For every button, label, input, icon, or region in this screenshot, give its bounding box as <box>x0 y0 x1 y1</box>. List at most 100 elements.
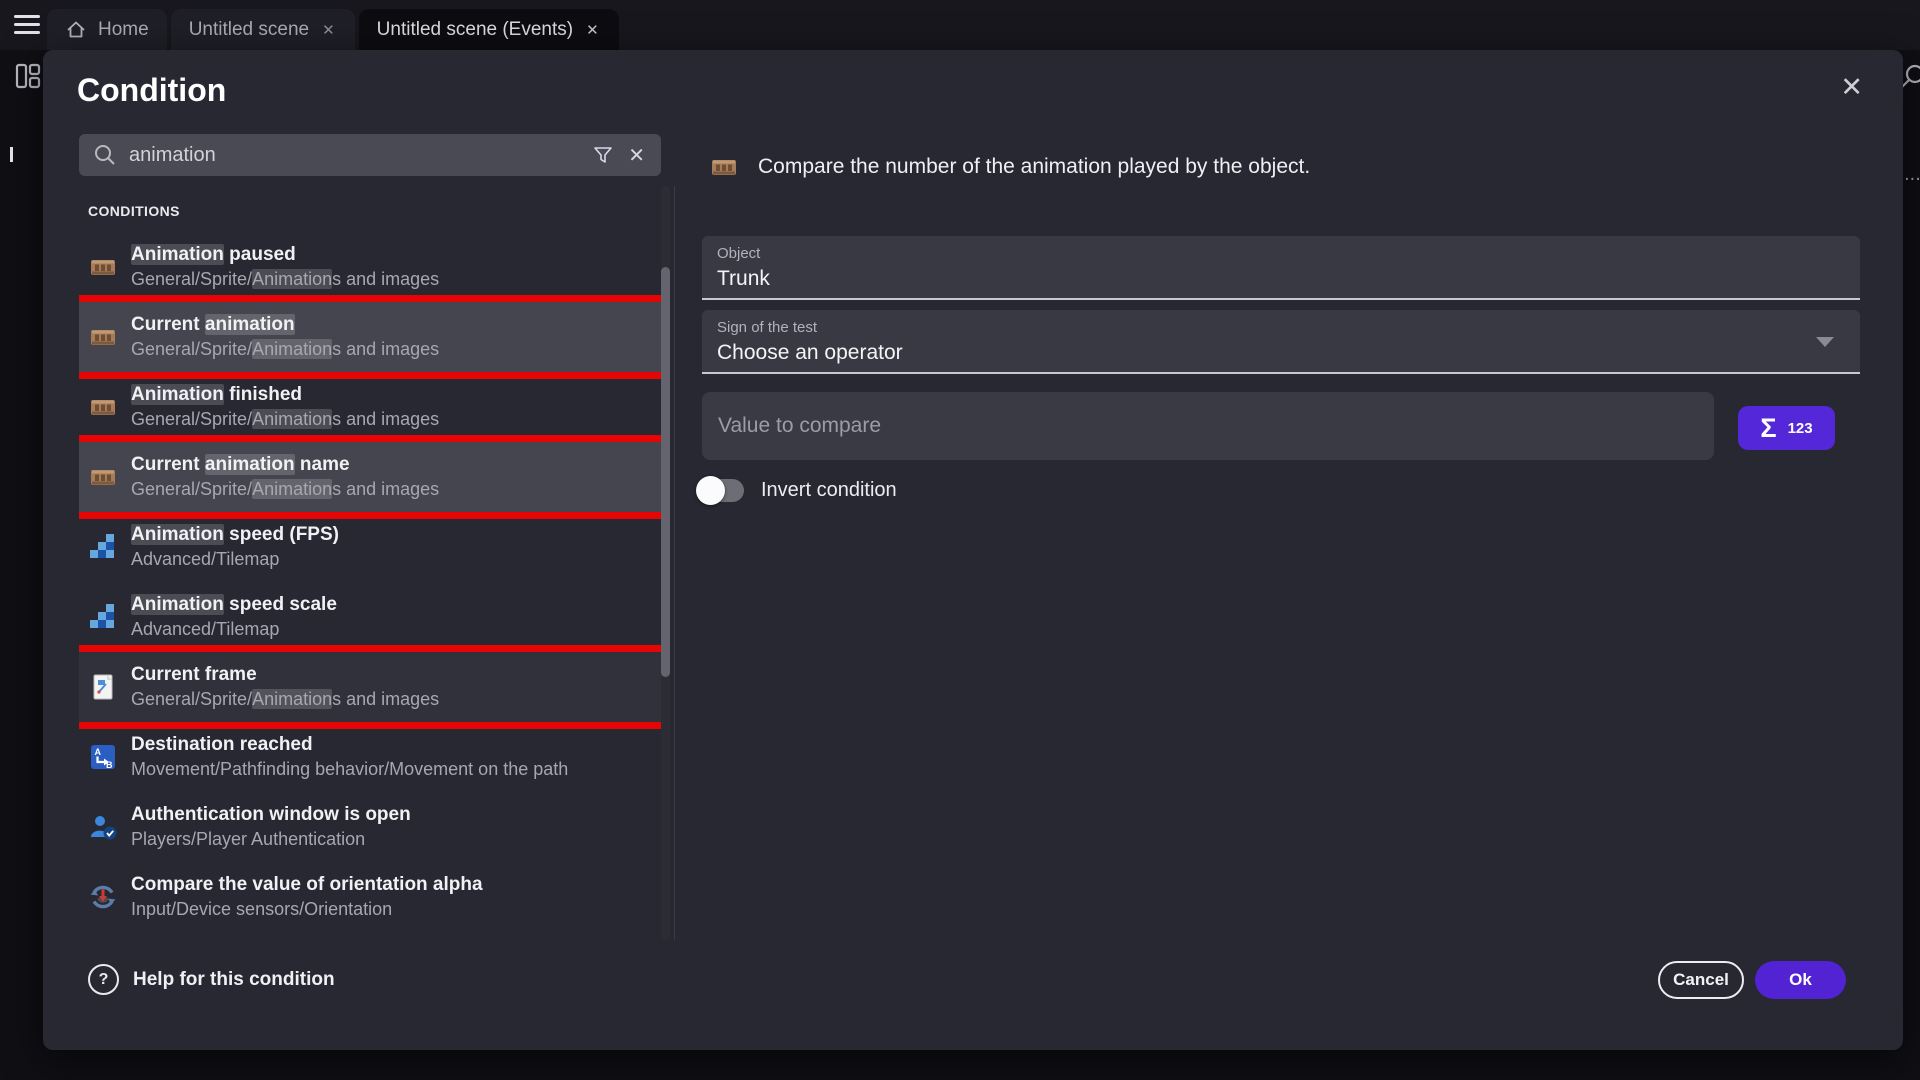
cancel-button[interactable]: Cancel <box>1658 961 1744 999</box>
item-subtitle: General/Sprite/Animations and images <box>131 267 439 291</box>
tab-close-icon[interactable]: ✕ <box>320 21 337 39</box>
item-title: Current frame <box>131 663 439 687</box>
conditions-list: Animation pausedGeneral/Sprite/Animation… <box>79 232 663 940</box>
item-title: Compare the value of orientation alpha <box>131 873 483 897</box>
search-bar[interactable]: animation ✕ <box>79 134 661 176</box>
tab-close-icon[interactable]: ✕ <box>584 21 601 39</box>
item-subtitle: General/Sprite/Animations and images <box>131 337 439 361</box>
field-value: Trunk <box>717 267 1860 291</box>
film-icon <box>88 322 118 352</box>
list-item[interactable]: AB Destination reachedMovement/Pathfindin… <box>79 722 663 792</box>
sigma-icon: Σ <box>1760 415 1776 442</box>
input-placeholder: Value to compare <box>718 414 881 438</box>
search-icon <box>93 143 117 167</box>
tab-home[interactable]: Home <box>47 9 167 50</box>
tab-untitled-scene-events[interactable]: Untitled scene (Events) ✕ <box>359 9 619 50</box>
field-label: Sign of the test <box>717 319 1860 336</box>
ok-button[interactable]: Ok <box>1755 961 1846 999</box>
layout-panels-icon[interactable] <box>15 62 41 95</box>
list-item[interactable]: Compare the value of orientation alphaIn… <box>79 862 663 932</box>
tab-bar: Home Untitled scene ✕ Untitled scene (Ev… <box>47 9 619 50</box>
item-text: Animation finishedGeneral/Sprite/Animati… <box>131 383 439 431</box>
item-title: Animation speed scale <box>131 593 337 617</box>
help-icon: ? <box>88 964 119 995</box>
item-subtitle: General/Sprite/Animations and images <box>131 477 439 501</box>
scrollbar-thumb[interactable] <box>661 267 670 677</box>
pathfinding-icon: AB <box>88 742 118 772</box>
dialog-title: Condition <box>77 72 226 109</box>
item-title: Current animation <box>131 313 439 337</box>
chevron-down-icon[interactable] <box>1816 337 1834 347</box>
clear-search-icon[interactable]: ✕ <box>628 143 645 168</box>
value-to-compare-input[interactable]: Value to compare <box>702 392 1714 460</box>
item-text: Animation speed scaleAdvanced/Tilemap <box>131 593 337 641</box>
player-auth-icon <box>88 812 118 842</box>
item-subtitle: General/Sprite/Animations and images <box>131 687 439 711</box>
item-subtitle: Players/Player Authentication <box>131 827 411 851</box>
list-item[interactable]: Current frameGeneral/Sprite/Animations a… <box>79 652 663 722</box>
expression-editor-button[interactable]: Σ 123 <box>1738 406 1835 450</box>
section-header: CONDITIONS <box>88 203 180 219</box>
item-title: Current animation name <box>131 453 439 477</box>
help-label: Help for this condition <box>133 969 335 991</box>
editor-topbar: Home Untitled scene ✕ Untitled scene (Ev… <box>0 0 1920 50</box>
item-text: Authentication window is openPlayers/Pla… <box>131 803 411 851</box>
menu-icon[interactable] <box>14 15 40 35</box>
svg-text:A: A <box>95 747 102 757</box>
background-fragment <box>10 147 13 162</box>
tilemap-icon <box>88 602 118 632</box>
scrollbar-track[interactable] <box>661 186 670 940</box>
condition-description-row: Compare the number of the animation play… <box>709 152 1310 182</box>
list-item[interactable]: Current animation nameGeneral/Sprite/Ani… <box>79 442 663 512</box>
app-window: Home Untitled scene ✕ Untitled scene (Ev… <box>0 0 1920 1080</box>
item-text: Current animation nameGeneral/Sprite/Ani… <box>131 453 439 501</box>
help-link[interactable]: ? Help for this condition <box>88 964 335 995</box>
item-text: Destination reachedMovement/Pathfinding … <box>131 733 568 781</box>
home-icon <box>65 19 87 41</box>
film-icon <box>88 252 118 282</box>
item-title: Animation paused <box>131 243 439 267</box>
tab-label: Untitled scene (Events) <box>377 19 573 41</box>
item-subtitle: General/Sprite/Animations and images <box>131 407 439 431</box>
item-text: Compare the value of orientation alphaIn… <box>131 873 483 921</box>
numeric-badge: 123 <box>1788 420 1813 437</box>
item-title: Animation finished <box>131 383 439 407</box>
tab-label: Untitled scene <box>189 19 309 41</box>
list-item[interactable]: Animation finishedGeneral/Sprite/Animati… <box>79 372 663 442</box>
operator-select[interactable]: Sign of the test Choose an operator <box>702 310 1860 374</box>
invert-condition-toggle[interactable]: Invert condition <box>696 476 897 505</box>
list-item[interactable]: Authentication window is openPlayers/Pla… <box>79 792 663 862</box>
tilemap-icon <box>88 532 118 562</box>
orientation-icon <box>88 882 118 912</box>
list-item[interactable]: Current animationGeneral/Sprite/Animatio… <box>79 302 663 372</box>
list-item[interactable]: Animation speed (FPS)Advanced/Tilemap <box>79 512 663 582</box>
condition-description: Compare the number of the animation play… <box>758 155 1310 179</box>
field-label: Object <box>717 245 1860 262</box>
list-item[interactable]: Animation pausedGeneral/Sprite/Animation… <box>79 232 663 302</box>
object-field[interactable]: Object Trunk <box>702 236 1860 300</box>
frame-icon <box>88 672 118 702</box>
item-text: Animation speed (FPS)Advanced/Tilemap <box>131 523 339 571</box>
item-subtitle: Input/Device sensors/Orientation <box>131 897 483 921</box>
condition-dialog: Condition ✕ animation ✕ CONDITIONS Anima… <box>43 50 1903 1050</box>
tab-label: Home <box>98 19 149 41</box>
column-divider <box>674 186 675 940</box>
toggle-switch-icon[interactable] <box>696 476 744 505</box>
film-icon <box>88 392 118 422</box>
item-subtitle: Advanced/Tilemap <box>131 617 337 641</box>
field-value: Choose an operator <box>717 341 1860 365</box>
item-title: Authentication window is open <box>131 803 411 827</box>
tab-untitled-scene[interactable]: Untitled scene ✕ <box>171 9 355 50</box>
list-item[interactable]: Animation speed scaleAdvanced/Tilemap <box>79 582 663 652</box>
item-subtitle: Movement/Pathfinding behavior/Movement o… <box>131 757 568 781</box>
item-title: Animation speed (FPS) <box>131 523 339 547</box>
item-subtitle: Advanced/Tilemap <box>131 547 339 571</box>
item-title: Destination reached <box>131 733 568 757</box>
item-text: Current frameGeneral/Sprite/Animations a… <box>131 663 439 711</box>
filter-icon[interactable] <box>592 144 614 166</box>
close-icon[interactable]: ✕ <box>1840 74 1863 101</box>
film-icon <box>709 152 739 182</box>
film-icon <box>88 462 118 492</box>
toggle-label: Invert condition <box>761 479 897 502</box>
search-input[interactable]: animation <box>129 144 592 167</box>
